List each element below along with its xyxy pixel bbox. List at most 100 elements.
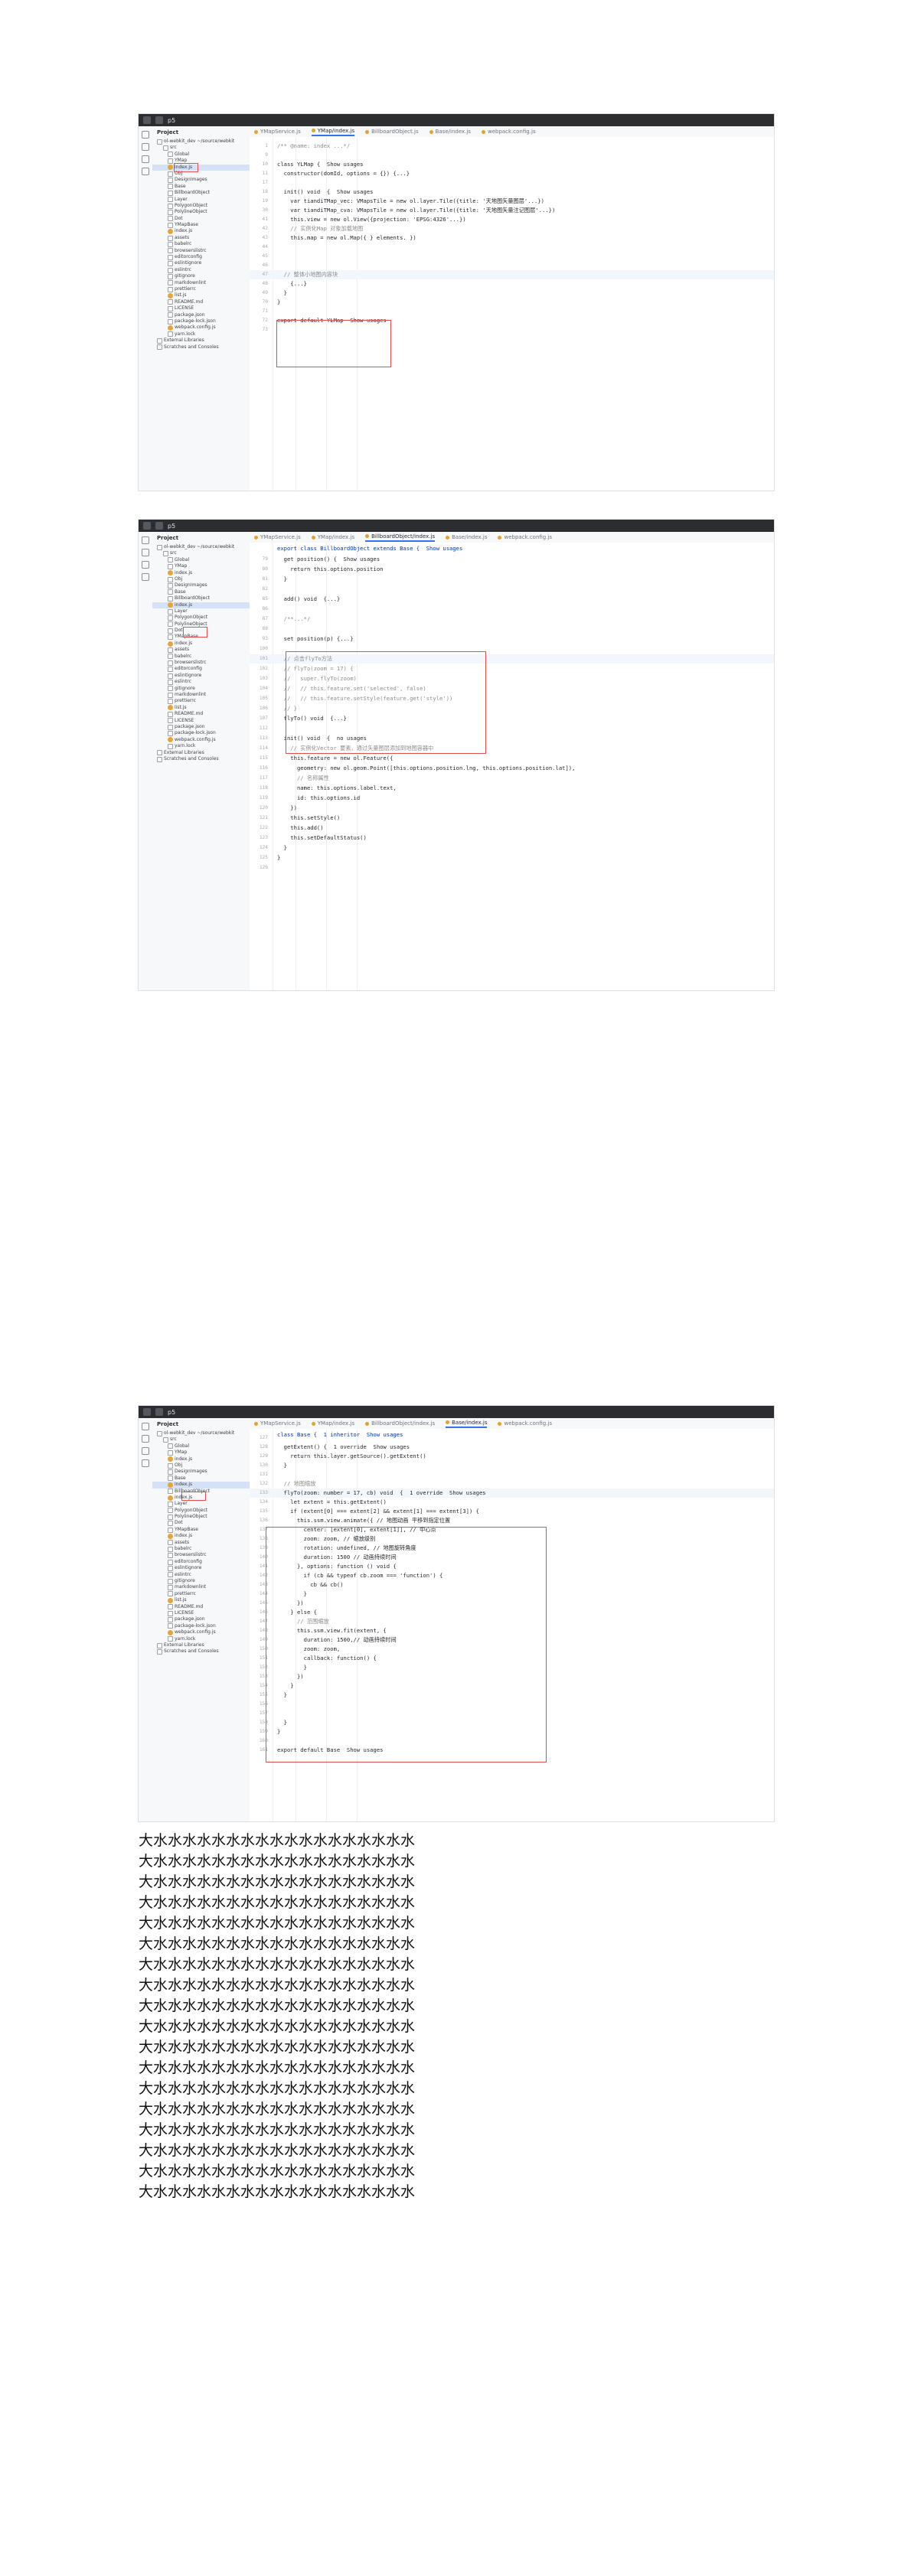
tree-item[interactable]: LICENSE bbox=[152, 1610, 250, 1616]
tree-item[interactable]: package.json bbox=[152, 724, 250, 730]
tree-item[interactable]: Global bbox=[152, 557, 250, 563]
tree-item[interactable]: prettierrc bbox=[152, 286, 250, 292]
tree-item[interactable]: browserslistrc bbox=[152, 1552, 250, 1559]
project-tool-icon[interactable] bbox=[142, 131, 149, 139]
tree-item[interactable]: package-lock.json bbox=[152, 1623, 250, 1629]
tree-item[interactable]: External Libraries bbox=[152, 750, 250, 756]
main-menu-icon[interactable] bbox=[143, 522, 151, 530]
tree-item[interactable]: prettierrc bbox=[152, 1591, 250, 1597]
tree-item[interactable]: Scratches and Consoles bbox=[152, 1648, 250, 1655]
editor-tab[interactable]: YMapService.js bbox=[254, 1420, 301, 1427]
project-tool-icon[interactable] bbox=[142, 1423, 149, 1430]
project-tool-icon[interactable] bbox=[142, 536, 149, 544]
tree-item[interactable]: ol-webkit_dev ~/source/webkit bbox=[152, 544, 250, 550]
tree-item[interactable]: External Libraries bbox=[152, 337, 250, 344]
editor-tab[interactable]: Base/index.js bbox=[446, 1420, 488, 1428]
code-editor[interactable]: export class BillboardObject extends Bas… bbox=[250, 543, 774, 990]
tree-item[interactable]: editorconfig bbox=[152, 666, 250, 673]
tree-item[interactable]: Dot bbox=[152, 1520, 250, 1527]
editor-tab[interactable]: YMapService.js bbox=[254, 534, 301, 540]
tree-item[interactable]: index.js bbox=[152, 602, 250, 608]
tree-item[interactable]: eslintignore bbox=[152, 260, 250, 267]
tree-item[interactable]: BillboardObject bbox=[152, 595, 250, 602]
tree-item[interactable]: LICENSE bbox=[152, 718, 250, 724]
editor-tab[interactable]: BillboardObject/index.js bbox=[365, 1420, 435, 1427]
tree-item[interactable]: Global bbox=[152, 1443, 250, 1449]
tree-item[interactable]: YMap bbox=[152, 1449, 250, 1456]
tree-item[interactable]: babelrc bbox=[152, 241, 250, 247]
tree-item[interactable]: assets bbox=[152, 235, 250, 241]
tree-item[interactable]: DesignImages bbox=[152, 582, 250, 589]
tree-item[interactable]: index.js bbox=[152, 164, 250, 171]
tree-item[interactable]: README.md bbox=[152, 1604, 250, 1610]
tree-item[interactable]: yarn.lock bbox=[152, 331, 250, 337]
tree-item[interactable]: index.js bbox=[152, 570, 250, 576]
project-selector[interactable]: p5 bbox=[168, 523, 175, 530]
project-selector[interactable]: p5 bbox=[168, 1409, 175, 1416]
editor-tab[interactable]: YMap/index.js bbox=[311, 128, 355, 136]
main-menu-icon[interactable] bbox=[143, 1408, 151, 1416]
tree-item[interactable]: markdownlint bbox=[152, 692, 250, 698]
commit-tool-icon[interactable] bbox=[142, 143, 149, 151]
tree-item[interactable]: Base bbox=[152, 589, 250, 595]
tree-item[interactable]: markdownlint bbox=[152, 280, 250, 286]
tree-item[interactable]: webpack.config.js bbox=[152, 737, 250, 743]
commit-tool-icon[interactable] bbox=[142, 1435, 149, 1443]
tree-item[interactable]: eslintrc bbox=[152, 267, 250, 273]
tree-item[interactable]: src bbox=[152, 1436, 250, 1443]
tree-item[interactable]: package.json bbox=[152, 1616, 250, 1623]
tree-item[interactable]: src bbox=[152, 145, 250, 152]
tree-item[interactable]: PolylineObject bbox=[152, 209, 250, 215]
tree-item[interactable]: Dot bbox=[152, 216, 250, 222]
tree-item[interactable]: DesignImages bbox=[152, 1469, 250, 1475]
tree-item[interactable]: ol-webkit_dev ~/source/webkit bbox=[152, 1430, 250, 1436]
tree-item[interactable]: eslintrc bbox=[152, 679, 250, 685]
tree-item[interactable]: yarn.lock bbox=[152, 1636, 250, 1642]
tree-item[interactable]: index.js bbox=[152, 228, 250, 235]
tree-item[interactable]: yarn.lock bbox=[152, 743, 250, 749]
tree-item[interactable]: markdownlint bbox=[152, 1584, 250, 1591]
tree-item[interactable]: gitignore bbox=[152, 273, 250, 279]
tree-item[interactable]: PolylineObject bbox=[152, 1514, 250, 1520]
tree-item[interactable]: README.md bbox=[152, 711, 250, 717]
tree-item[interactable]: YMapBase bbox=[152, 222, 250, 228]
tree-item[interactable]: PolygonObject bbox=[152, 615, 250, 621]
tree-item[interactable]: assets bbox=[152, 647, 250, 653]
tree-item[interactable]: editorconfig bbox=[152, 1559, 250, 1565]
more-tools-icon[interactable] bbox=[142, 1459, 149, 1467]
tree-item[interactable]: BillboardObject bbox=[152, 190, 250, 196]
tree-item[interactable]: gitignore bbox=[152, 686, 250, 692]
tree-item[interactable]: DesignImages bbox=[152, 177, 250, 184]
tree-item[interactable]: list.js bbox=[152, 292, 250, 299]
tree-item[interactable]: list.js bbox=[152, 705, 250, 711]
tree-item[interactable]: index.js bbox=[152, 1533, 250, 1539]
tree-item[interactable]: babelrc bbox=[152, 1546, 250, 1552]
editor-tab[interactable]: Base/index.js bbox=[446, 534, 487, 540]
tree-item[interactable]: YMap bbox=[152, 563, 250, 569]
tree-item[interactable]: index.js bbox=[152, 641, 250, 647]
tree-item[interactable]: README.md bbox=[152, 299, 250, 305]
tree-item[interactable]: gitignore bbox=[152, 1578, 250, 1584]
editor-tab[interactable]: BillboardObject/index.js bbox=[365, 533, 436, 542]
editor-tab[interactable]: webpack.config.js bbox=[498, 1420, 552, 1427]
tree-item[interactable]: Obj bbox=[152, 171, 250, 177]
tree-item[interactable]: Base bbox=[152, 1475, 250, 1482]
tree-item[interactable]: Scratches and Consoles bbox=[152, 756, 250, 762]
main-menu-icon[interactable] bbox=[143, 116, 151, 124]
tree-item[interactable]: LICENSE bbox=[152, 305, 250, 311]
more-tools-icon[interactable] bbox=[142, 573, 149, 581]
tree-item[interactable]: package.json bbox=[152, 312, 250, 318]
tree-item[interactable]: Base bbox=[152, 184, 250, 190]
structure-tool-icon[interactable] bbox=[142, 155, 149, 163]
editor-tab[interactable]: webpack.config.js bbox=[481, 129, 536, 135]
tree-item[interactable]: prettierrc bbox=[152, 698, 250, 705]
commit-tool-icon[interactable] bbox=[142, 549, 149, 556]
tree-item[interactable]: YMap bbox=[152, 158, 250, 164]
structure-tool-icon[interactable] bbox=[142, 561, 149, 569]
tree-item[interactable]: Scratches and Consoles bbox=[152, 344, 250, 351]
tree-item[interactable]: PolygonObject bbox=[152, 203, 250, 209]
tree-item[interactable]: eslintignore bbox=[152, 673, 250, 679]
tree-item[interactable]: browserslistrc bbox=[152, 660, 250, 666]
editor-tab[interactable]: YMap/index.js bbox=[311, 534, 354, 540]
code-editor[interactable]: 1 /** @name: index ...*/ 9 10 class YLMap { … bbox=[250, 137, 774, 491]
